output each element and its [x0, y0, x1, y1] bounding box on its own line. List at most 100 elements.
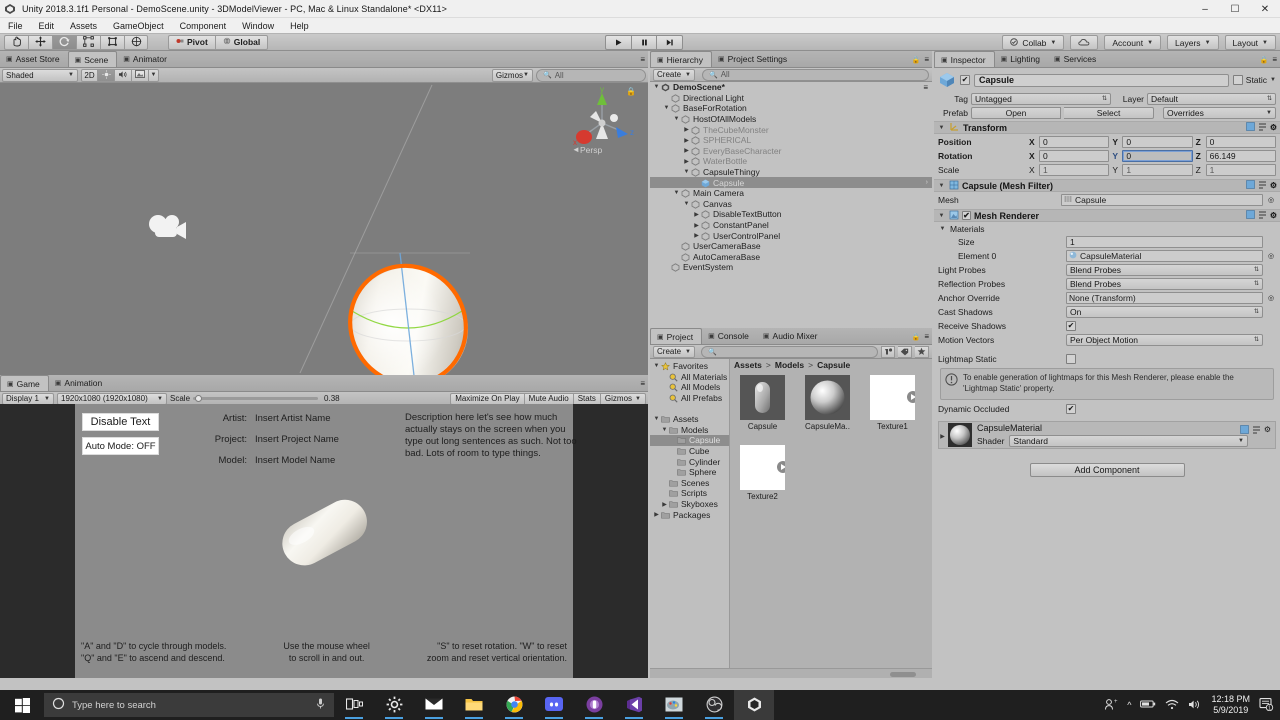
project-tree-item-scripts[interactable]: Scripts [650, 488, 729, 499]
project-horizontal-scrollbar[interactable] [650, 668, 932, 678]
toggle-2d-button[interactable]: 2D [81, 68, 98, 82]
transform-tool-button[interactable] [124, 34, 148, 50]
rotation-z-value[interactable]: 66.149 [1205, 149, 1276, 162]
tab-audio-mixer[interactable]: ▣ Audio Mixer [757, 328, 826, 344]
field-dropdown[interactable]: Blend Probes ⇅ [1066, 263, 1263, 276]
menu-item-window[interactable]: Window [234, 18, 282, 34]
scale-tool-button[interactable] [76, 34, 100, 50]
project-tree-item-all-materials[interactable]: All Materials [650, 372, 729, 383]
scrollbar-thumb[interactable] [890, 672, 916, 677]
field-checkbox[interactable] [1066, 320, 1076, 331]
pause-button[interactable] [631, 35, 657, 50]
project-search-input[interactable]: 🔍 [701, 345, 878, 358]
chevron-right-icon[interactable]: ▶ [682, 126, 691, 133]
chevron-down-icon[interactable]: ▼ [652, 416, 661, 422]
scale-z-field[interactable]: Z1 [1196, 163, 1276, 176]
chevron-down-icon[interactable]: ▼ [672, 190, 681, 196]
prefab-badge-icon[interactable] [1246, 122, 1255, 133]
layers-button[interactable]: Layers ▼ [1167, 35, 1219, 50]
show-hidden-icons-chevron[interactable]: ^ [1127, 700, 1131, 710]
taskbar-slack-button[interactable] [574, 690, 614, 720]
scene-panel-menu[interactable]: ≡ [640, 55, 645, 64]
people-icon[interactable]: + [1104, 698, 1118, 713]
taskbar-clock[interactable]: 12:18 PM 5/9/2019 [1211, 694, 1250, 717]
scene-fx-dropdown[interactable]: ▼ [149, 68, 159, 82]
project-tree-item-all-prefabs[interactable]: All Prefabs [650, 393, 729, 404]
object-picker-icon[interactable]: ◎ [1266, 294, 1276, 302]
draw-mode-dropdown[interactable]: Shaded ▼ [2, 68, 78, 82]
chevron-down-icon[interactable]: ▼ [937, 183, 946, 189]
asset-grid[interactable]: Capsule CapsuleMa.. Texture1 Texture2 [730, 371, 932, 501]
hierarchy-item-canvas[interactable]: ▼ Canvas [650, 199, 932, 210]
preset-icon[interactable] [1258, 210, 1267, 221]
rect-tool-button[interactable] [100, 34, 124, 50]
game-render-area[interactable]: Disable Text Auto Mode: OFF Artist: Inser… [75, 404, 577, 678]
menu-item-file[interactable]: File [0, 18, 31, 34]
global-button[interactable]: Global [214, 34, 269, 50]
object-name-field[interactable]: Capsule [974, 73, 1229, 87]
game-viewport[interactable]: Disable Text Auto Mode: OFF Artist: Inser… [0, 404, 648, 678]
hierarchy-tree[interactable]: ▼ DemoScene* ≡ Directional Light ▼ BaseFor… [650, 82, 932, 328]
hierarchy-item-capsulethingy[interactable]: ▼ CapsuleThingy [650, 167, 932, 178]
taskbar-chrome-button[interactable] [494, 690, 534, 720]
project-asset-browser[interactable]: Assets > Models > Capsule Capsule CapsuleMa..… [730, 359, 932, 668]
hierarchy-item-spherical[interactable]: ▶ SPHERICAL [650, 135, 932, 146]
chevron-down-icon[interactable]: ▼ [652, 84, 661, 90]
lock-icon[interactable]: 🔒 [626, 87, 636, 96]
project-create-button[interactable]: Create ▼ [653, 345, 695, 358]
chevron-right-icon[interactable]: ▶ [652, 511, 661, 518]
tag-dropdown[interactable]: Untagged ⇅ [971, 92, 1111, 105]
project-tree-item-all-models[interactable]: All Models [650, 382, 729, 393]
preset-icon[interactable] [1258, 122, 1267, 133]
minimize-button[interactable]: – [1190, 0, 1220, 18]
project-tree-item-models[interactable]: ▼ Models [650, 425, 729, 436]
project-tree-item-favorites[interactable]: ▼ Favorites [650, 361, 729, 372]
gear-icon[interactable]: ⚙ [1270, 123, 1277, 132]
move-tool-button[interactable] [28, 34, 52, 50]
layout-button[interactable]: Layout ▼ [1224, 35, 1276, 50]
field-dropdown[interactable]: Blend Probes ⇅ [1066, 277, 1263, 290]
inspector-panel-menu[interactable]: 🔒 ≡ [1260, 55, 1277, 64]
field-dropdown[interactable]: Per Object Motion ⇅ [1066, 333, 1263, 346]
display-dropdown[interactable]: Display 1 ▼ [2, 392, 54, 405]
asset-thumbnail-material[interactable] [805, 375, 850, 420]
collab-button[interactable]: Collab ▼ [1002, 35, 1065, 50]
scale-y-field[interactable]: Y1 [1112, 163, 1193, 176]
favorite-button[interactable] [915, 345, 929, 358]
taskbar-file-explorer-button[interactable] [454, 690, 494, 720]
element0-object-field[interactable]: CapsuleMaterial [1066, 249, 1263, 262]
hierarchy-item-thecubemonster[interactable]: ▶ TheCubeMonster [650, 124, 932, 135]
play-button[interactable] [605, 35, 631, 50]
hierarchy-item-baseforrotation[interactable]: ▼ BaseForRotation [650, 103, 932, 114]
persp-label[interactable]: Persp [580, 145, 602, 155]
position-z-value[interactable]: 0 [1205, 135, 1276, 148]
project-tree-item-cube[interactable]: Cube [650, 446, 729, 457]
chevron-down-icon[interactable]: ▼ [1270, 77, 1276, 83]
project-tree-item-capsule[interactable]: Capsule [650, 435, 729, 446]
filter-type-button[interactable] [881, 345, 895, 358]
hierarchy-item-disabletextbutton[interactable]: ▶ DisableTextButton [650, 209, 932, 220]
taskbar-unity-button[interactable] [734, 690, 774, 720]
project-tree-item-skyboxes[interactable]: ▶ Skyboxes [650, 499, 729, 510]
pivot-button[interactable]: Pivot [168, 34, 215, 50]
chevron-down-icon[interactable]: ▼ [937, 125, 946, 131]
rotate-tool-button[interactable] [52, 34, 76, 50]
project-tree-item-scenes[interactable]: Scenes [650, 478, 729, 489]
breadcrumb-item-capsule[interactable]: Capsule [817, 360, 850, 370]
project-tree-item-packages[interactable]: ▶ Packages [650, 509, 729, 520]
scale-y-value[interactable]: 1 [1122, 163, 1193, 176]
taskbar-task-view-button[interactable] [334, 690, 374, 720]
asset-item[interactable]: Texture2 [740, 445, 789, 501]
project-folder-tree[interactable]: ▼ Favorites All Materials All Models All Pre… [650, 359, 730, 668]
chevron-right-icon[interactable]: ▶ [692, 232, 701, 239]
account-button[interactable]: Account ▼ [1104, 35, 1162, 50]
tab-asset-store[interactable]: ▣ Asset Store [0, 51, 68, 67]
chevron-down-icon[interactable]: ▼ [660, 427, 669, 433]
transform-component-header[interactable]: ▼ Transform ⚙ [934, 121, 1280, 134]
scene-fx-toggle[interactable] [132, 68, 149, 82]
scale-x-field[interactable]: X1 [1029, 163, 1110, 176]
tab-project-settings[interactable]: ▣ Project Settings [712, 51, 795, 67]
filter-label-button[interactable] [898, 345, 912, 358]
prefab-badge-icon[interactable] [1240, 424, 1249, 436]
gear-icon[interactable]: ⚙ [1270, 181, 1277, 190]
